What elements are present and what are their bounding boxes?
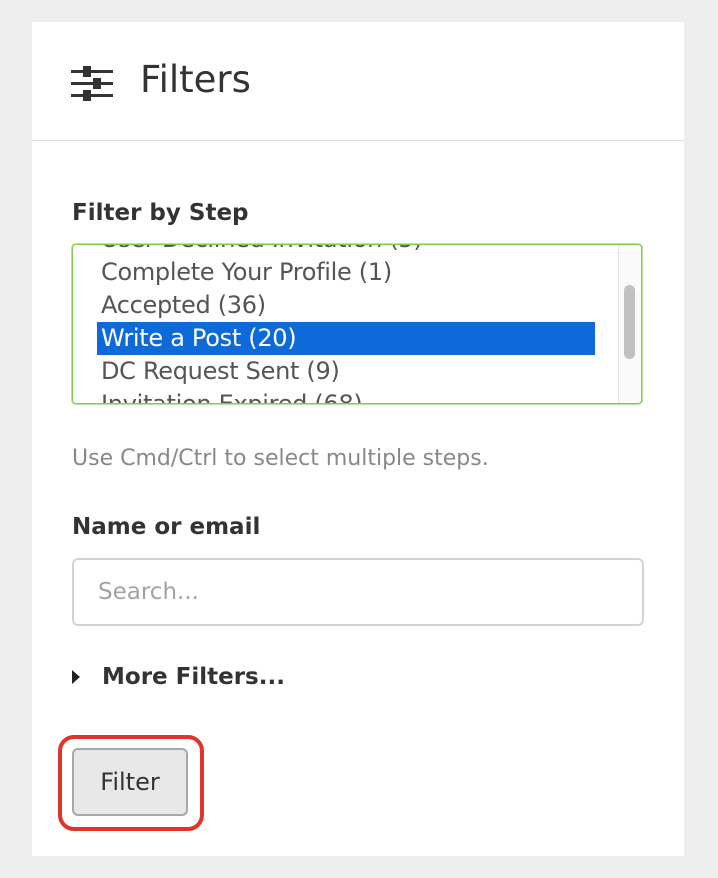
step-option[interactable]: Accepted (36) [97,289,595,322]
filters-panel: Filters Filter by Step User Declined Inv… [32,22,684,856]
step-option[interactable]: User Declined Invitation (5) [97,245,595,256]
scrollbar-thumb[interactable] [624,285,635,359]
page-title: Filters [140,58,251,101]
step-filter-label: Filter by Step [72,200,249,226]
search-input[interactable] [72,558,644,626]
step-option[interactable]: Invitation Expired (68) [97,388,595,403]
step-option[interactable]: Complete Your Profile (1) [97,256,595,289]
more-filters-toggle[interactable]: More Filters... [72,660,285,694]
step-help-text: Use Cmd/Ctrl to select multiple steps. [72,446,489,471]
sliders-icon [71,66,113,101]
caret-right-icon [72,670,80,684]
filter-button[interactable]: Filter [72,748,188,816]
name-filter-label: Name or email [72,514,261,540]
step-select-list[interactable]: User Declined Invitation (5) Complete Yo… [72,244,642,404]
step-option[interactable]: DC Request Sent (9) [97,355,595,388]
step-option-selected[interactable]: Write a Post (20) [97,322,595,355]
step-options: User Declined Invitation (5) Complete Yo… [97,245,595,403]
list-scrollbar[interactable] [618,245,641,403]
more-filters-label: More Filters... [102,664,285,690]
panel-header: Filters [32,22,684,141]
